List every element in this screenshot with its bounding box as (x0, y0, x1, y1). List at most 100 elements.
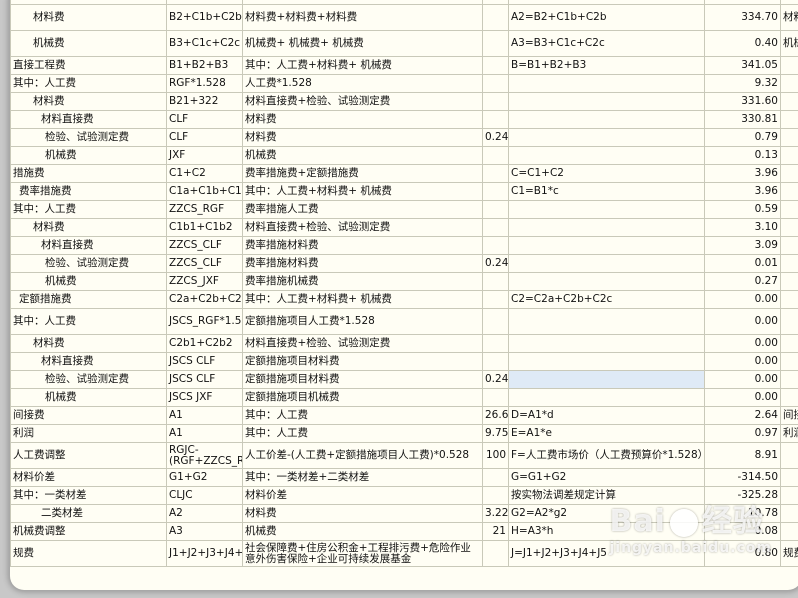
cell-rate[interactable]: 0.24 (482, 128, 509, 147)
cell-extra[interactable]: 间接 (780, 406, 798, 425)
cell-formula[interactable]: C=C1+C2 (508, 164, 705, 183)
cell-formula[interactable]: 按实物法调差规定计算 (508, 486, 705, 505)
cell-extra[interactable]: 规费 (780, 540, 798, 567)
cell-formula[interactable] (508, 254, 705, 273)
cell-extra[interactable] (780, 92, 798, 111)
cell-formula[interactable] (508, 388, 705, 407)
cell-desc[interactable]: 材料价差 (242, 486, 483, 505)
cell-extra[interactable] (780, 486, 798, 505)
cell-calc[interactable]: C1+C2 (166, 164, 243, 183)
cell-extra[interactable] (780, 388, 798, 407)
cell-value[interactable]: 0.00 (704, 290, 781, 309)
cell-formula[interactable]: F=人工费市场价（人工费预算价*1.528） (508, 442, 705, 469)
cell-desc[interactable]: 费率措施材料费 (242, 236, 483, 255)
cell-value[interactable]: 0.79 (704, 128, 781, 147)
cell-desc[interactable]: 其中：人工费 (242, 424, 483, 443)
cell-desc[interactable]: 材料费 (242, 504, 483, 523)
cell-calc[interactable]: RGJC-(RGF+ZZCS_RGF)*0.528 (166, 442, 243, 469)
cell-calc[interactable]: A3 (166, 522, 243, 541)
cell-extra[interactable] (780, 290, 798, 309)
cell-desc[interactable]: 定额措施项目材料费 (242, 352, 483, 371)
cell-name[interactable]: 材料费 (10, 92, 167, 111)
cell-rate[interactable] (482, 164, 509, 183)
cell-name[interactable]: 机械费 (10, 30, 167, 57)
cell-rate[interactable] (482, 110, 509, 129)
cell-desc[interactable]: 人工费*1.528 (242, 74, 483, 93)
cell-extra[interactable]: 材料 (780, 4, 798, 31)
cell-desc[interactable]: 其中：一类材差+二类材差 (242, 468, 483, 487)
cell-desc[interactable]: 材料直接费+检验、试验测定费 (242, 92, 483, 111)
cell-value[interactable]: 0.00 (704, 352, 781, 371)
cell-calc[interactable]: RGF*1.528 (166, 74, 243, 93)
cell-desc[interactable]: 其中：人工费+材料费+ 机械费 (242, 182, 483, 201)
cell-extra[interactable] (780, 164, 798, 183)
cell-rate[interactable] (482, 56, 509, 75)
cell-extra[interactable]: 机械 (780, 30, 798, 57)
cell-calc[interactable]: CLJC (166, 486, 243, 505)
cell-name[interactable]: 其中：人工费 (10, 74, 167, 93)
cell-rate[interactable] (482, 92, 509, 111)
cell-desc[interactable]: 材料费 (242, 128, 483, 147)
cell-calc[interactable]: J1+J2+J3+J4+J5 (166, 540, 243, 567)
cell-value[interactable]: 0.00 (704, 334, 781, 353)
cell-calc[interactable]: JSCS CLF (166, 352, 243, 371)
cell-value[interactable]: 0.40 (704, 30, 781, 57)
cell-name[interactable]: 费率措施费 (10, 182, 167, 201)
cell-rate[interactable] (482, 236, 509, 255)
cell-name[interactable]: 检验、试验测定费 (10, 128, 167, 147)
cell-formula[interactable] (508, 352, 705, 371)
cell-extra[interactable] (780, 200, 798, 219)
cell-desc[interactable]: 费率措施费+定额措施费 (242, 164, 483, 183)
cell-name[interactable]: 利润 (10, 424, 167, 443)
cell-extra[interactable] (780, 74, 798, 93)
cell-rate[interactable] (482, 540, 509, 567)
cell-extra[interactable] (780, 110, 798, 129)
cell-rate[interactable] (482, 468, 509, 487)
cell-formula[interactable] (508, 200, 705, 219)
cell-desc[interactable]: 人工价差-(人工费+定额措施项目人工费)*0.528 (242, 442, 483, 469)
cell-value[interactable]: 330.81 (704, 110, 781, 129)
cell-desc[interactable]: 材料费+材料费+材料费 (242, 4, 483, 31)
cell-desc[interactable]: 社会保障费+住房公积金+工程排污费+危险作业意外伤害保险+企业可持续发展基金 (242, 540, 483, 567)
cell-value[interactable]: 0.13 (704, 146, 781, 165)
cell-desc[interactable]: 材料直接费+检验、试验测定费 (242, 218, 483, 237)
cell-calc[interactable]: B3+C1c+C2c (166, 30, 243, 57)
cell-formula[interactable]: D=A1*d (508, 406, 705, 425)
cell-desc[interactable]: 其中：人工费 (242, 406, 483, 425)
cell-desc[interactable]: 费率措施材料费 (242, 254, 483, 273)
cell-value[interactable]: 0.00 (704, 388, 781, 407)
cell-formula[interactable]: A3=B3+C1c+C2c (508, 30, 705, 57)
cell-rate[interactable]: 0.24 (482, 370, 509, 389)
cell-rate[interactable] (482, 272, 509, 291)
cell-name[interactable]: 机械费 (10, 272, 167, 291)
cell-formula[interactable]: G2=A2*g2 (508, 504, 705, 523)
cell-formula[interactable] (508, 128, 705, 147)
cell-calc[interactable]: JXF (166, 146, 243, 165)
cell-name[interactable]: 检验、试验测定费 (10, 254, 167, 273)
cell-extra[interactable] (780, 272, 798, 291)
cell-calc[interactable]: ZZCS_JXF (166, 272, 243, 291)
cell-desc[interactable]: 机械费 (242, 146, 483, 165)
cell-formula[interactable] (508, 236, 705, 255)
cell-calc[interactable]: A1 (166, 424, 243, 443)
cell-name[interactable]: 材料直接费 (10, 352, 167, 371)
cell-extra[interactable] (780, 308, 798, 335)
cell-extra[interactable] (780, 128, 798, 147)
cell-value[interactable]: 2.64 (704, 406, 781, 425)
cell-rate[interactable] (482, 182, 509, 201)
cell-rate[interactable] (482, 146, 509, 165)
cell-formula[interactable]: C1=B1*c (508, 182, 705, 201)
cell-formula[interactable]: G=G1+G2 (508, 468, 705, 487)
cell-rate[interactable] (482, 290, 509, 309)
cell-extra[interactable] (780, 370, 798, 389)
cell-calc[interactable]: G1+G2 (166, 468, 243, 487)
cell-calc[interactable]: C2a+C2b+C2c (166, 290, 243, 309)
cell-value[interactable]: 3.96 (704, 164, 781, 183)
cell-name[interactable]: 机械费调整 (10, 522, 167, 541)
cell-calc[interactable]: C1a+C1b+C1c (166, 182, 243, 201)
cell-calc[interactable]: B2+C1b+C2b (166, 4, 243, 31)
cell-extra[interactable] (780, 254, 798, 273)
cell-value[interactable]: 3.96 (704, 182, 781, 201)
cell-value[interactable]: 334.70 (704, 4, 781, 31)
cell-formula[interactable]: J=J1+J2+J3+J4+J5 (508, 540, 705, 567)
